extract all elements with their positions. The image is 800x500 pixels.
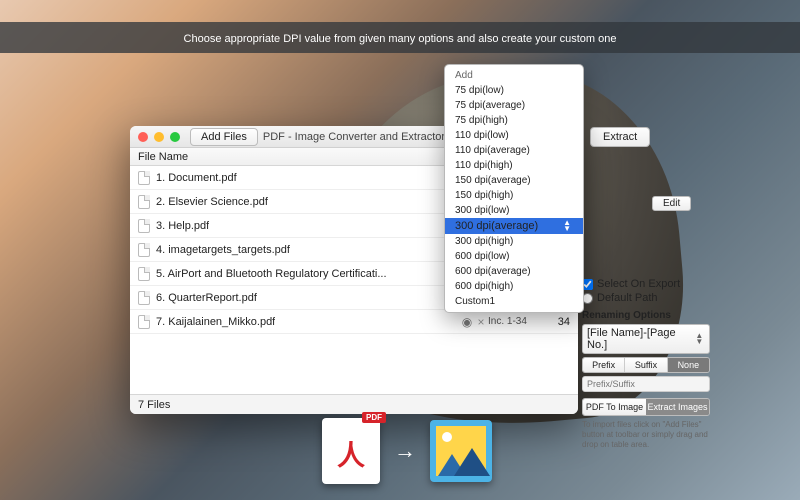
dpi-option[interactable]: 75 dpi(low) (445, 83, 583, 98)
sun-icon (442, 432, 452, 442)
export-options: Select On Export Default Path Renaming O… (582, 276, 710, 450)
select-on-export-label: Select On Export (597, 278, 680, 290)
prefix-suffix-input[interactable] (582, 376, 710, 392)
renaming-section: Renaming Options [File Name]-[Page No.] … (582, 310, 710, 450)
file-icon (138, 315, 150, 329)
default-path-label: Default Path (597, 292, 658, 304)
stepper-icon: ▲▼ (563, 220, 571, 232)
page-count: 34 (540, 316, 570, 328)
renaming-pattern-select[interactable]: [File Name]-[Page No.] ▲▼ (582, 324, 710, 354)
pdf-icon: PDF 人 (322, 418, 380, 484)
promo-text: Choose appropriate DPI value from given … (184, 33, 617, 45)
tab-pdf-to-image[interactable]: PDF To Image (583, 399, 646, 415)
dropdown-header: Add (445, 68, 583, 83)
col-filename[interactable]: File Name (138, 151, 476, 163)
file-icon (138, 291, 150, 305)
remove-icon[interactable]: × (474, 315, 488, 329)
maximize-button[interactable] (170, 132, 180, 142)
minimize-button[interactable] (154, 132, 164, 142)
file-icon (138, 171, 150, 185)
tab-extract-images[interactable]: Extract Images (646, 399, 709, 415)
dpi-option[interactable]: 150 dpi(average) (445, 173, 583, 188)
arrow-right-icon: → (394, 438, 416, 464)
traffic-lights (138, 132, 180, 142)
dpi-option[interactable]: Custom1 (445, 294, 583, 309)
renaming-pattern-value: [File Name]-[Page No.] (587, 327, 695, 351)
dpi-option[interactable]: 110 dpi(high) (445, 158, 583, 173)
file-icon (138, 267, 150, 281)
close-button[interactable] (138, 132, 148, 142)
dpi-option[interactable]: 600 dpi(low) (445, 249, 583, 264)
conversion-illustration: PDF 人 → (322, 418, 492, 484)
status-bar: 7 Files (130, 394, 578, 414)
seg-none[interactable]: None (668, 358, 709, 372)
import-hint: To import files click on "Add Files" but… (582, 420, 710, 450)
promo-banner: Choose appropriate DPI value from given … (0, 22, 800, 53)
dpi-option[interactable]: 600 dpi(average) (445, 264, 583, 279)
extract-button[interactable]: Extract (590, 127, 650, 147)
adobe-glyph-icon: 人 (337, 434, 365, 474)
dpi-dropdown[interactable]: Add75 dpi(low)75 dpi(average)75 dpi(high… (444, 64, 584, 313)
dpi-option[interactable]: 150 dpi(high) (445, 188, 583, 203)
page-filter: Inc. 1-34 (488, 316, 540, 327)
file-icon (138, 219, 150, 233)
file-name: 7. Kaijalainen_Mikko.pdf (156, 316, 275, 328)
dpi-option[interactable]: 75 dpi(average) (445, 98, 583, 113)
file-name: 4. imagetargets_targets.pdf (156, 244, 290, 256)
dpi-option[interactable]: 75 dpi(high) (445, 113, 583, 128)
mode-tabs[interactable]: PDF To Image Extract Images (582, 398, 710, 416)
dpi-option[interactable]: 110 dpi(low) (445, 128, 583, 143)
file-name: 3. Help.pdf (156, 220, 209, 232)
stepper-icon: ▲▼ (695, 333, 705, 345)
image-icon (430, 420, 492, 482)
dpi-option[interactable]: 300 dpi(high) (445, 234, 583, 249)
file-name: 2. Elsevier Science.pdf (156, 196, 268, 208)
add-files-button[interactable]: Add Files (190, 128, 258, 146)
file-count: 7 Files (138, 399, 170, 411)
prefix-suffix-segment[interactable]: Prefix Suffix None (582, 357, 710, 373)
file-name: 6. QuarterReport.pdf (156, 292, 257, 304)
default-path-radio[interactable]: Default Path (582, 292, 710, 304)
file-icon (138, 195, 150, 209)
seg-prefix[interactable]: Prefix (583, 358, 625, 372)
renaming-title: Renaming Options (582, 310, 710, 321)
select-on-export-checkbox[interactable]: Select On Export (582, 278, 710, 290)
dpi-option[interactable]: 600 dpi(high) (445, 279, 583, 294)
file-name: 1. Document.pdf (156, 172, 237, 184)
file-icon (138, 243, 150, 257)
file-name: 5. AirPort and Bluetooth Regulatory Cert… (156, 268, 387, 280)
dpi-selected-label: 300 dpi(average) (455, 220, 538, 232)
dpi-option[interactable]: 110 dpi(average) (445, 143, 583, 158)
seg-suffix[interactable]: Suffix (625, 358, 667, 372)
dpi-option-selected[interactable]: 300 dpi(average) ▲▼ (445, 218, 583, 234)
dpi-option[interactable]: 300 dpi(low) (445, 203, 583, 218)
pdf-badge: PDF (362, 412, 386, 423)
mountain-icon (454, 448, 490, 476)
preview-icon[interactable]: ◉ (460, 315, 474, 329)
table-row[interactable]: 7. Kaijalainen_Mikko.pdf ◉×Inc. 1-3434 (130, 310, 578, 334)
edit-button[interactable]: Edit (652, 196, 691, 211)
